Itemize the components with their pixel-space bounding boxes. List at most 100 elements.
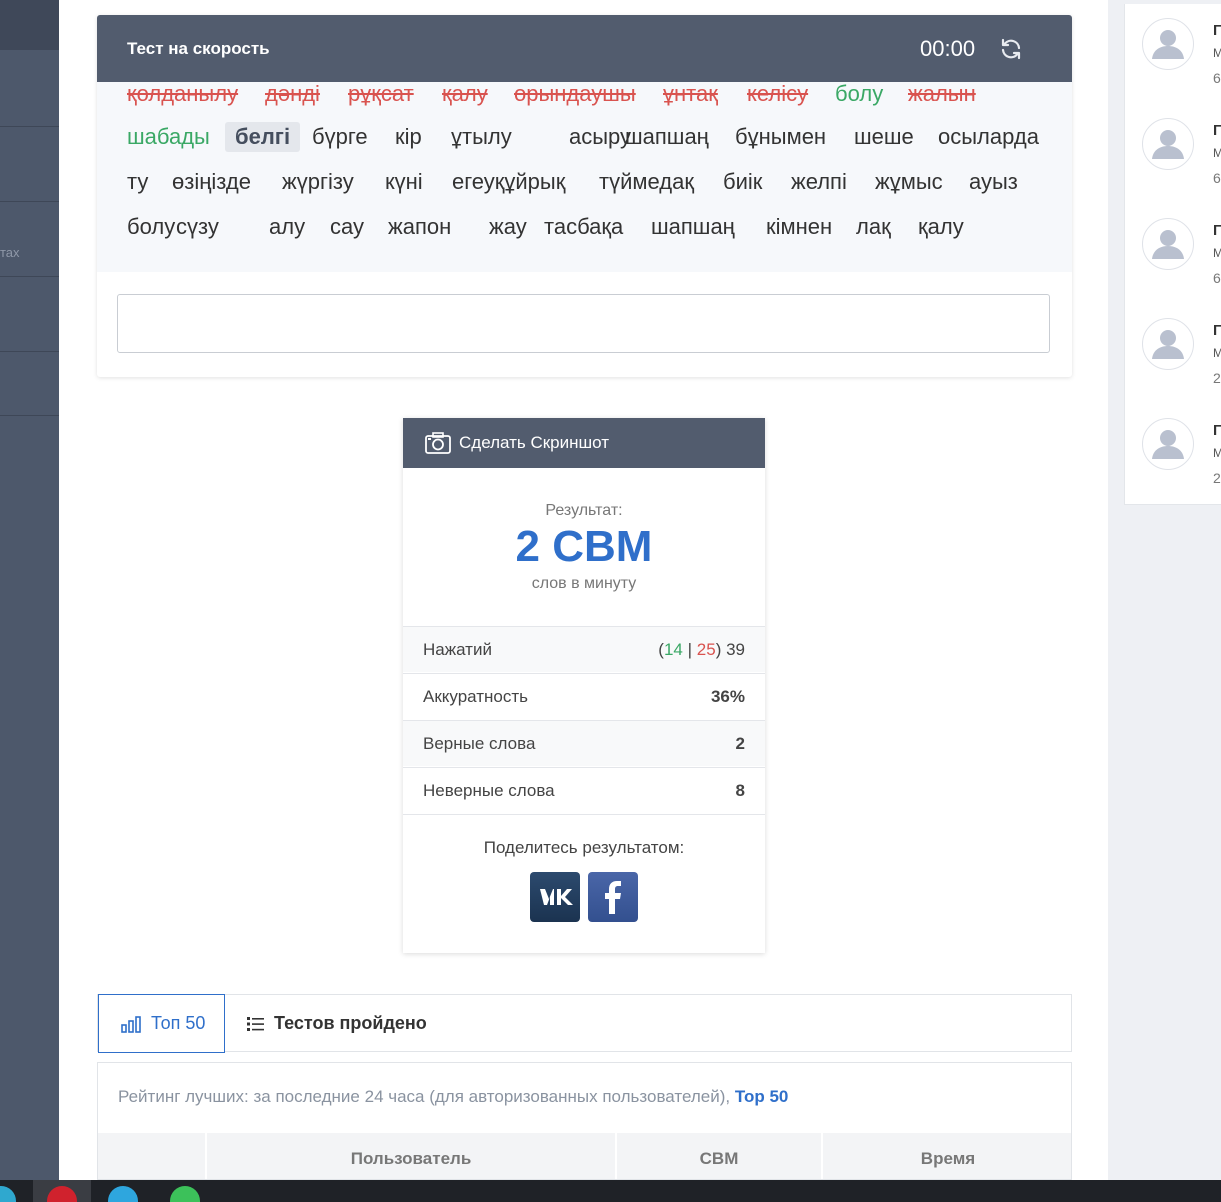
word: ұтылу [451,124,512,149]
user-score: 2 [1213,370,1221,386]
keystrokes-value: (14 | 25) 39 [658,640,745,659]
sidebar-item-label[interactable]: тах [0,245,20,260]
user-name: Г [1213,422,1221,439]
avatar [1142,418,1194,470]
sidebar-top [0,0,59,50]
user-score: 2 [1213,470,1221,486]
divider [403,814,765,815]
accuracy-label: Аккуратность [423,687,529,706]
left-sidebar: тах [0,0,59,1180]
vk-share-button[interactable] [530,872,580,922]
sidebar-divider [0,201,59,202]
column-header-rank[interactable] [98,1133,205,1179]
word: кір [395,124,422,149]
wrong-words-label: Неверные слова [423,781,555,800]
user-subtitle: М [1213,246,1221,260]
tab-tests-label: Тестов пройдено [274,1013,427,1033]
word: жүргізу [282,169,354,194]
rating-description: Рейтинг лучших: за последние 24 часа (дл… [118,1087,788,1107]
word: дәнді [265,82,320,106]
user-icon [1152,330,1184,359]
keystrokes-correct: 14 [663,640,683,659]
column-header-time[interactable]: Время [821,1133,1071,1179]
keystrokes-label: Нажатий [423,640,492,659]
result-card: Сделать Скриншот Результат: 2 СВМ слов в… [403,418,765,953]
avatar [1142,218,1194,270]
word: биік [723,169,763,194]
user-score: 6 [1213,270,1221,286]
word: сүзу [176,214,219,239]
taskbar [0,1180,1221,1202]
word: тасбақа [544,214,624,239]
column-header-wpm[interactable]: СВМ [615,1133,821,1179]
telegram-icon[interactable] [108,1186,138,1202]
bar-chart-icon [121,1016,141,1033]
top50-link[interactable]: Top 50 [735,1087,789,1106]
word: желпі [791,169,847,194]
correct-words-value: 2 [735,734,745,753]
user-card[interactable]: ГМ 2 [1124,304,1221,405]
word: жапон [388,214,452,239]
correct-words-row: Верные слова 2 [403,720,765,766]
word: шеше [854,124,914,149]
word: бұнымен [735,124,827,149]
column-header-user[interactable]: Пользователь [205,1133,615,1179]
user-name: Г [1213,22,1221,39]
word: жұмыс [875,169,943,194]
user-subtitle: М [1213,146,1221,160]
tab-top50[interactable]: Топ 50 [98,994,225,1053]
word: келісу [747,82,809,106]
typing-test-card: Тест на скорость 00:00 қолданылу дәнді рұқ… [97,15,1072,377]
result-value: 2 СВМ [515,522,653,571]
word: осыларда [938,124,1039,149]
word: ту [127,169,149,194]
vk-icon [539,889,573,905]
facebook-share-button[interactable] [588,872,638,922]
screenshot-label: Сделать Скриншот [459,433,610,452]
table-header: Пользователь СВМ Время [98,1133,1071,1179]
share-label: Поделитесь результатом: [483,838,685,857]
user-card[interactable]: ГМ 6 [1124,204,1221,305]
user-icon [1152,30,1184,59]
word: шабады [127,124,210,149]
timer: 00:00 [920,36,976,61]
typing-input[interactable] [117,294,1050,353]
tab-top50-label: Топ 50 [151,1013,206,1033]
whatsapp-icon[interactable] [170,1186,200,1202]
tabs-bar: Топ 50 Тестов пройдено [97,994,1072,1053]
user-card[interactable]: ГМ 6 [1124,104,1221,205]
result-label: Результат: [545,502,623,519]
word: ұнтақ [663,82,718,106]
user-icon [1152,430,1184,459]
current-word: белгі [225,122,301,152]
word: шапшаң [651,214,735,239]
sidebar-divider [0,126,59,127]
sidebar-divider [0,276,59,277]
word: бүрге [312,124,368,149]
word: жау [489,214,527,239]
word: болу [127,214,176,239]
word: түймедақ [599,169,694,194]
word: күні [385,169,423,194]
avatar [1142,318,1194,370]
avatar [1142,18,1194,70]
test-title: Тест на скорость [127,39,270,58]
user-name: Г [1213,222,1221,239]
taskbar-app-icon[interactable] [0,1186,16,1202]
user-card[interactable]: ГМ 2 [1124,404,1221,505]
tab-tests-passed[interactable]: Тестов пройдено [225,995,445,1051]
rating-panel: Рейтинг лучших: за последние 24 часа (дл… [97,1062,1072,1180]
words-area: қолданылу дәнді рұқсат қалу орындаушы ұнтақ ке… [97,82,1072,272]
user-name: Г [1213,122,1221,139]
word: ауыз [969,169,1018,194]
word: болу [835,82,884,106]
user-subtitle: М [1213,46,1221,60]
camera-icon [425,432,451,454]
screenshot-button[interactable]: Сделать Скриншот [403,418,765,468]
user-card[interactable]: ГМ 6 [1124,4,1221,105]
facebook-icon [605,881,621,914]
word: лақ [856,214,891,239]
accuracy-value: 36% [710,687,745,706]
user-icon [1152,130,1184,159]
refresh-icon[interactable] [999,37,1023,61]
